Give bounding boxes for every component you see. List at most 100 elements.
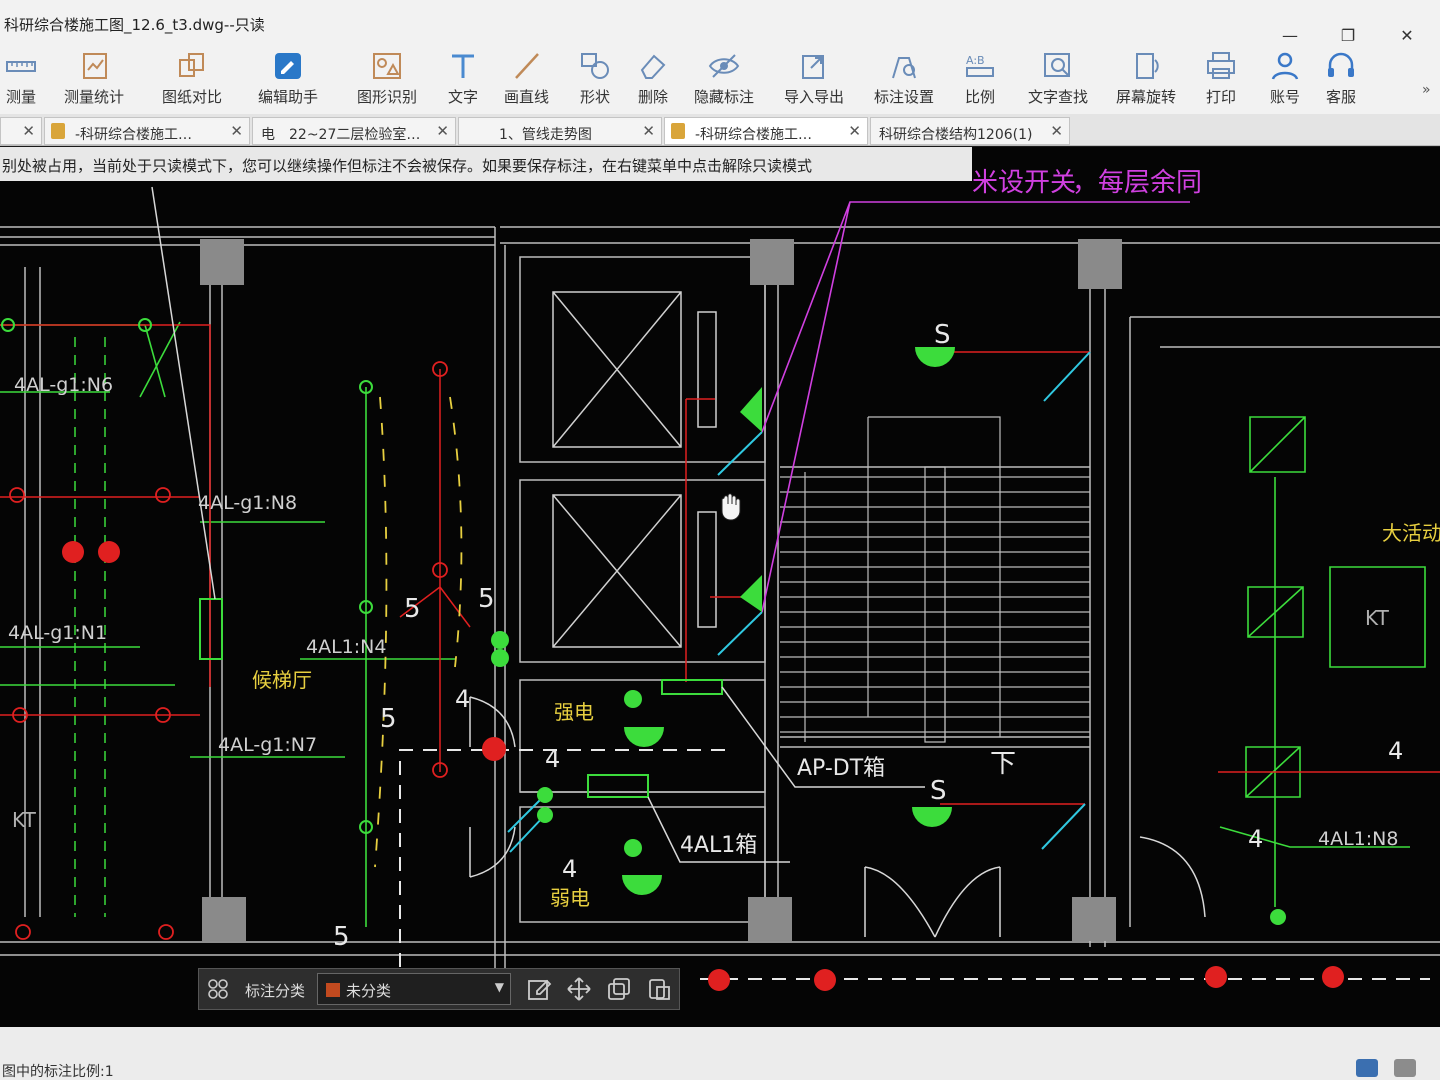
label-ap-dt-box: AP-DT箱 xyxy=(797,756,885,781)
compare-icon xyxy=(179,53,204,77)
label-num-5d: 5 xyxy=(333,922,350,952)
status-text: 图中的标注比例:1 xyxy=(2,1064,114,1080)
label-num-4d: 4 xyxy=(1388,737,1403,765)
copy-icon[interactable] xyxy=(605,975,633,1003)
label-down: 下 xyxy=(990,749,1016,779)
category-select[interactable]: 未分类 ▼ xyxy=(317,973,511,1005)
app-tray-icon[interactable] xyxy=(1356,1059,1378,1077)
eraser-icon xyxy=(640,54,666,79)
svg-text:A:B: A:B xyxy=(966,54,985,67)
tool-label: 账号 xyxy=(1269,88,1300,106)
red-devices xyxy=(62,541,1344,991)
tab-pipeline[interactable]: 1、管线走势图 ✕ xyxy=(458,117,662,145)
label-n4: 4AL1:N4 xyxy=(306,636,386,658)
label-num-4c: 4 xyxy=(562,855,577,883)
tool-label: 测量 xyxy=(5,88,36,106)
drawing-canvas[interactable]: 米设开关 ，每层余同 4AL-g1:N6 4AL-g1:N8 4AL-g1:N1… xyxy=(0,147,1440,1027)
tab-label: 电 22~27二层检验室… xyxy=(261,127,421,143)
annotation-floor: ，每层余同 xyxy=(1072,168,1202,198)
tool-label: 屏幕旋转 xyxy=(1116,88,1177,106)
line-icon xyxy=(514,53,539,79)
label-lobby: 候梯厅 xyxy=(252,668,312,692)
tab-main-drawing[interactable]: -科研综合楼施工… ✕ xyxy=(44,117,250,145)
tool-edit-assistant[interactable]: 编辑助手 xyxy=(258,44,318,114)
hand-cursor-icon xyxy=(721,493,741,521)
tool-label: 形状 xyxy=(579,88,610,106)
title-bar: 科研综合楼施工图_12.6_t3.dwg--只读 — ❐ ✕ xyxy=(0,0,1440,45)
tab-lab-drawing[interactable]: 电 22~27二层检验室… ✕ xyxy=(252,117,456,145)
tab-close-icon[interactable]: ✕ xyxy=(230,122,243,140)
label-num-4b: 4 xyxy=(545,745,560,773)
tab-structure[interactable]: 科研综合楼结构1206(1) ✕ xyxy=(870,117,1070,145)
tab-label: 1、管线走势图 xyxy=(499,127,592,143)
label-strong-current: 强电 xyxy=(554,700,594,724)
tab-main-drawing-active[interactable]: -科研综合楼施工… ✕ xyxy=(664,117,868,145)
tool-annotation-settings[interactable]: 标注设置 xyxy=(874,44,934,114)
tool-text-search[interactable]: 文字查找 xyxy=(1028,44,1088,114)
status-bar: 图中的标注比例:1 xyxy=(0,1027,1440,1080)
tab-close-icon[interactable]: ✕ xyxy=(22,122,35,140)
top-annotation: 米设开关 ，每层余同 xyxy=(972,168,1202,198)
label-n8-right: 4AL1:N8 xyxy=(1318,828,1398,850)
label-al1-box: 4AL1箱 xyxy=(680,833,757,858)
lock-icon xyxy=(51,123,65,139)
annotation-settings-icon xyxy=(892,57,916,79)
tool-customer-service[interactable]: 客服 xyxy=(1324,44,1358,114)
tool-text[interactable]: 文字 xyxy=(446,44,480,114)
label-weak-current: 弱电 xyxy=(550,886,590,910)
tool-measure-stats[interactable]: 测量统计 xyxy=(64,44,124,114)
ruler-icon xyxy=(6,61,36,72)
tab-label: 科研综合楼结构1206(1) xyxy=(879,127,1033,143)
stairs xyxy=(780,416,1090,743)
tool-account[interactable]: 账号 xyxy=(1268,44,1302,114)
label-s-bottom: S xyxy=(930,776,947,806)
category-color-swatch xyxy=(326,983,340,997)
label-kt-right: KT xyxy=(1365,606,1390,630)
edit-annotation-icon[interactable] xyxy=(525,975,553,1003)
rotate-screen-icon xyxy=(1136,53,1159,79)
tool-label: 客服 xyxy=(1325,88,1356,106)
tab-close-icon[interactable]: ✕ xyxy=(1050,122,1063,140)
tool-label: 测量统计 xyxy=(64,88,125,106)
tool-delete[interactable]: 删除 xyxy=(636,44,670,114)
tool-shape-recognition[interactable]: 图形识别 xyxy=(357,44,417,114)
main-toolbar: 测量 测量统计 图纸对比 编辑助手 图形识别 文字 画直线 形状 删除 隐藏标注… xyxy=(0,44,1440,114)
tool-rotate-screen[interactable]: 屏幕旋转 xyxy=(1116,44,1176,114)
screen-tray-icon[interactable] xyxy=(1394,1059,1416,1077)
tool-label: 标注设置 xyxy=(874,88,935,106)
move-icon[interactable] xyxy=(565,975,593,1003)
tool-label: 文字查找 xyxy=(1028,88,1089,106)
measure-stats-icon xyxy=(83,53,107,79)
cad-drawing: 米设开关 ，每层余同 4AL-g1:N6 4AL-g1:N8 4AL-g1:N1… xyxy=(0,168,1440,997)
paste-icon[interactable] xyxy=(645,975,673,1003)
lock-icon xyxy=(671,123,685,139)
tab-close-icon[interactable]: ✕ xyxy=(848,122,861,140)
toolbar-more-button[interactable]: » xyxy=(1422,82,1431,98)
tool-label: 画直线 xyxy=(504,88,550,106)
tool-compare[interactable]: 图纸对比 xyxy=(162,44,222,114)
tool-hide-annotation[interactable]: 隐藏标注 xyxy=(694,44,754,114)
columns xyxy=(200,239,1122,941)
label-num-5b: 5 xyxy=(478,584,495,614)
tool-scale[interactable]: A:B 比例 xyxy=(963,44,997,114)
text-icon xyxy=(452,54,474,78)
label-num-5a: 5 xyxy=(404,594,421,624)
read-only-notice: 别处被占用，当前处于只读模式下，您可以继续操作但标注不会被保存。如果要保存标注，… xyxy=(0,147,972,181)
label-num-5c: 5 xyxy=(380,704,397,734)
tab-close-icon[interactable]: ✕ xyxy=(436,122,449,140)
tool-import-export[interactable]: 导入导出 xyxy=(784,44,844,114)
tab-partial[interactable]: ✕ xyxy=(0,117,42,145)
label-n6: 4AL-g1:N6 xyxy=(14,374,113,396)
grid-icon[interactable] xyxy=(207,978,229,1000)
shape-recognition-icon xyxy=(373,53,401,79)
tool-print[interactable]: 打印 xyxy=(1204,44,1238,114)
tool-measure[interactable]: 测量 xyxy=(4,44,38,114)
tool-shapes[interactable]: 形状 xyxy=(578,44,612,114)
label-num-4e: 4 xyxy=(1248,825,1263,853)
tab-close-icon[interactable]: ✕ xyxy=(642,122,655,140)
category-selected-value: 未分类 xyxy=(346,982,392,1000)
tool-label: 删除 xyxy=(637,88,668,106)
tool-label: 文字 xyxy=(447,88,478,106)
tool-line[interactable]: 画直线 xyxy=(504,44,549,114)
chevron-down-icon: ▼ xyxy=(494,980,504,994)
